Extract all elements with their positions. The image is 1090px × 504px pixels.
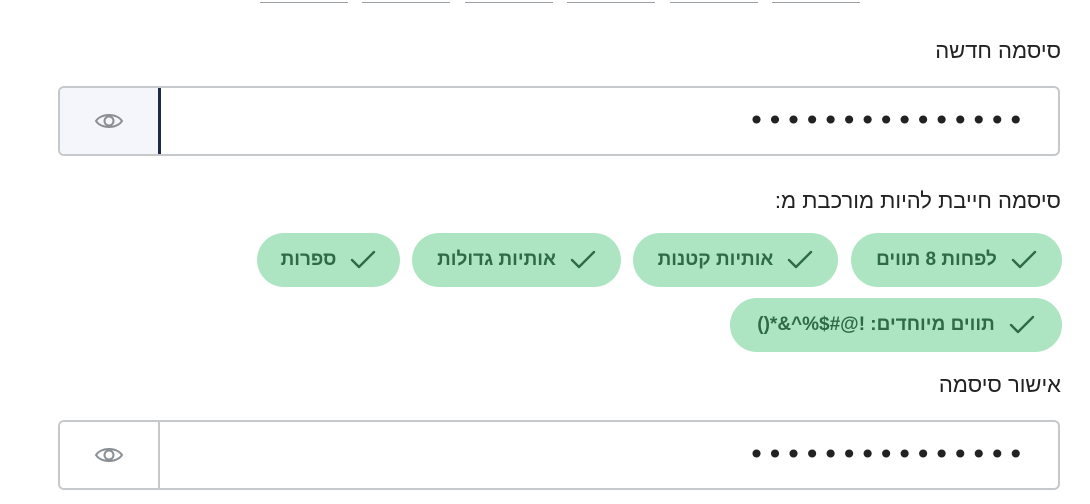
show-confirm-password-toggle[interactable] [60,422,160,488]
checkmark-icon [570,250,596,269]
requirement-label: לפחות 8 תווים [876,249,997,270]
confirm-password-value: ••••••••••••••• [748,438,1026,471]
requirement-label: תווים מיוחדים: !@#$%^&*() [757,314,995,335]
requirement-min-length: לפחות 8 תווים [851,233,1062,287]
requirement-special-chars: תווים מיוחדים: !@#$%^&*() [730,298,1062,352]
previous-section-divider [567,0,655,3]
password-requirements-heading: סיסמה חייבת להיות מורכבת מ: [774,188,1061,213]
show-password-toggle[interactable] [60,88,161,154]
eye-icon [94,448,124,462]
requirement-label: ספרות [280,249,337,270]
confirm-password-field[interactable]: ••••••••••••••• [58,420,1060,490]
new-password-label: סיסמה חדשה [935,38,1061,63]
new-password-field[interactable]: ••••••••••••••• [58,86,1060,156]
requirement-label: אותיות קטנות [657,249,774,270]
checkmark-icon [351,250,376,269]
checkmark-icon [788,250,813,269]
requirement-uppercase: אותיות גדולות [412,233,621,287]
requirement-digits: ספרות [257,233,400,287]
new-password-value: ••••••••••••••• [748,104,1026,137]
previous-section-divider [465,0,553,3]
requirement-lowercase: אותיות קטנות [633,233,838,287]
eye-icon [94,114,124,128]
checkmark-icon [1011,250,1037,269]
previous-section-divider [772,0,860,3]
confirm-password-label: אישור סיסמה [938,372,1061,397]
previous-section-divider [670,0,758,3]
requirement-label: אותיות גדולות [437,249,556,270]
previous-section-divider [260,0,348,3]
checkmark-icon [1009,315,1034,334]
previous-section-divider [362,0,450,3]
